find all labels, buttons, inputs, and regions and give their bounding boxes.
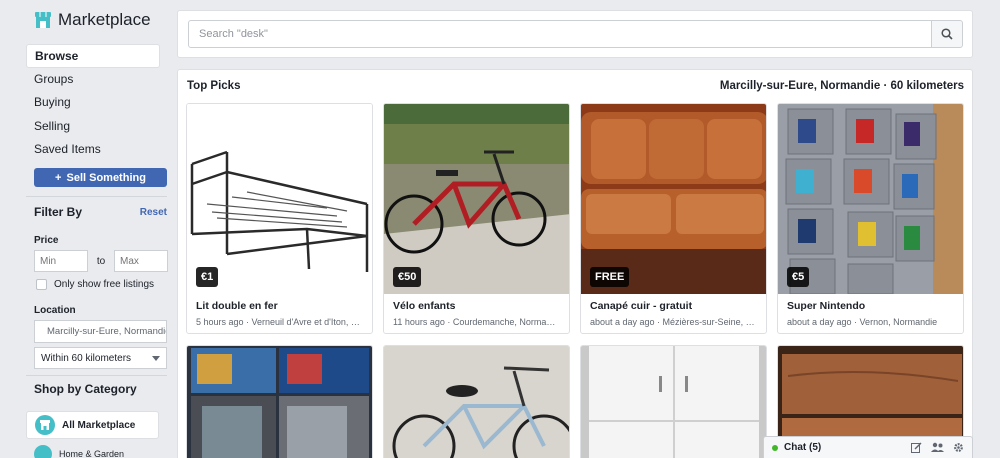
listing-card[interactable]: €5 Super Nintendo about a day ago · Vern… — [777, 103, 964, 334]
listing-card[interactable]: €50 Vélo enfants 11 hours ago · Courdema… — [383, 103, 570, 334]
chevron-down-icon — [152, 355, 160, 361]
search-input[interactable]: Search "desk" — [188, 20, 932, 48]
divider — [26, 196, 167, 197]
price-to-label: to — [96, 255, 106, 267]
listing-photo — [581, 346, 766, 458]
sidebar-item-selling[interactable]: Selling — [26, 115, 160, 139]
reset-filters-link[interactable]: Reset — [140, 207, 167, 218]
sidebar-item-saved-items[interactable]: Saved Items — [26, 138, 160, 162]
sidebar-item-buying[interactable]: Buying — [26, 91, 160, 115]
listing-card[interactable]: €1 Lit double en fer 5 hours ago · Verne… — [186, 103, 373, 334]
compose-icon[interactable] — [911, 442, 922, 453]
chat-bar[interactable]: Chat (5) — [763, 436, 973, 458]
location-input[interactable]: Marcilly-sur-Eure, Normandie — [34, 320, 167, 343]
price-badge: €5 — [787, 267, 810, 287]
listing-card[interactable] — [580, 345, 767, 458]
price-label: Price — [34, 235, 59, 246]
free-listings-option[interactable]: Only show free listings — [36, 279, 154, 290]
free-listings-checkbox[interactable] — [36, 279, 47, 290]
price-badge: €1 — [196, 267, 219, 287]
price-badge: €50 — [393, 267, 422, 287]
search-placeholder: Search "desk" — [199, 28, 268, 40]
shop-by-category-heading: Shop by Category — [34, 382, 137, 396]
listing-photo — [187, 346, 372, 458]
radius-value: Within 60 kilometers — [41, 352, 132, 364]
plus-icon: + — [55, 171, 62, 184]
sidebar-item-browse[interactable]: Browse — [26, 44, 160, 68]
search-location-summary[interactable]: Marcilly-sur-Eure, Normandie · 60 kilome… — [720, 80, 964, 92]
listing-photo: €50 — [384, 104, 569, 294]
search-button[interactable] — [931, 20, 963, 48]
chat-label: Chat (5) — [784, 442, 822, 453]
storefront-icon — [35, 12, 51, 28]
listing-meta: 5 hours ago · Verneuil d'Avre et d'Iton,… — [196, 317, 363, 327]
listing-photo — [384, 346, 569, 458]
listing-title: Lit double en fer — [196, 300, 278, 312]
search-bar: Search "desk" — [177, 10, 973, 58]
top-picks-panel: Top Picks Marcilly-sur-Eure, Normandie ·… — [177, 69, 973, 458]
location-label: Location — [34, 305, 76, 316]
category-all-marketplace[interactable]: All Marketplace — [26, 411, 159, 439]
location-value: Marcilly-sur-Eure, Normandie — [47, 326, 167, 337]
listing-card[interactable] — [383, 345, 570, 458]
listing-title: Vélo enfants — [393, 300, 456, 312]
app-title: Marketplace — [58, 10, 151, 29]
listing-photo: FREE — [581, 104, 766, 294]
category-label: All Marketplace — [62, 419, 136, 431]
listing-card[interactable]: FREE Canapé cuir - gratuit about a day a… — [580, 103, 767, 334]
price-range: to — [34, 250, 168, 272]
free-listings-label: Only show free listings — [54, 279, 155, 290]
online-status-icon — [772, 444, 778, 451]
listing-photo: €5 — [778, 104, 963, 294]
listing-photo: €1 — [187, 104, 372, 294]
top-picks-heading: Top Picks — [187, 80, 241, 92]
divider — [26, 375, 167, 376]
listing-meta: about a day ago · Mézières-sur-Seine, Îl… — [590, 317, 757, 327]
radius-select[interactable]: Within 60 kilometers — [34, 347, 167, 369]
price-badge: FREE — [590, 267, 630, 287]
listing-title: Canapé cuir - gratuit — [590, 300, 693, 312]
category-home-garden[interactable]: Home & Garden — [26, 444, 159, 458]
sidebar-item-groups[interactable]: Groups — [26, 68, 160, 92]
home-icon — [34, 445, 52, 458]
min-price-input[interactable] — [34, 250, 88, 272]
sell-something-button[interactable]: + Sell Something — [34, 168, 167, 187]
listing-title: Super Nintendo — [787, 300, 866, 312]
sidebar-nav: Browse Groups Buying Selling Saved Items — [26, 44, 160, 162]
listing-meta: about a day ago · Vernon, Normandie — [787, 317, 938, 327]
filter-header: Filter By Reset — [34, 205, 167, 219]
gear-icon[interactable] — [953, 442, 964, 453]
category-label: Home & Garden — [59, 449, 125, 458]
listing-card[interactable] — [186, 345, 373, 458]
marketplace-brand[interactable]: Marketplace — [34, 10, 151, 30]
sell-button-label: Sell Something — [66, 171, 146, 184]
listing-meta: 11 hours ago · Courdemanche, Normandie — [393, 317, 560, 327]
filter-heading: Filter By — [34, 205, 83, 219]
new-group-icon[interactable] — [931, 442, 944, 453]
max-price-input[interactable] — [114, 250, 168, 272]
storefront-icon — [35, 415, 55, 435]
search-icon — [941, 28, 953, 40]
